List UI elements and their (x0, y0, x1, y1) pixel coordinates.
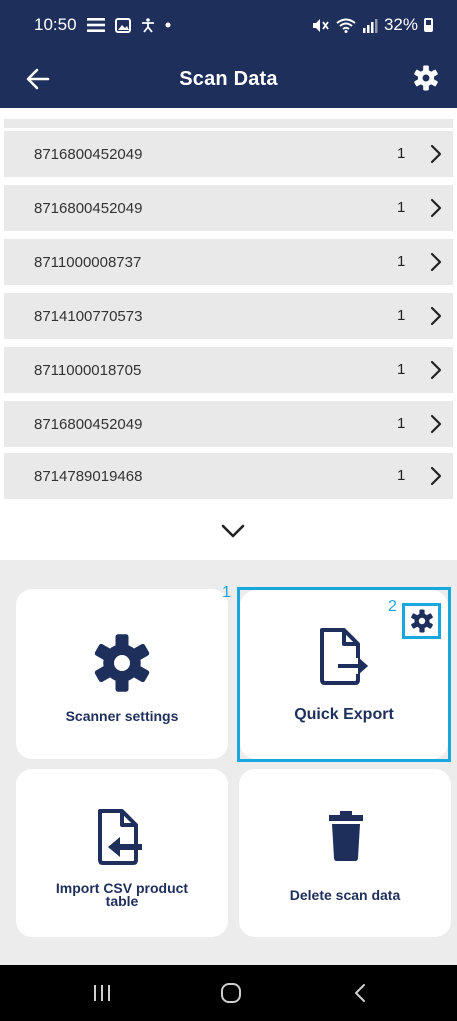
scan-row[interactable]: 8714100770573 1 (4, 293, 453, 339)
chevron-right-icon (430, 144, 442, 164)
tile-label: Delete scan data (289, 887, 401, 903)
scan-list: 8716800452049 1 8716800452049 1 87110000… (0, 108, 457, 560)
delete-scan-data-tile[interactable]: Delete scan data (239, 769, 451, 937)
row-barcode: 8714789019468 (34, 467, 143, 485)
row-barcode: 8716800452049 (34, 199, 143, 217)
chevron-down-icon[interactable] (220, 521, 246, 541)
back-chevron-icon (355, 984, 365, 1002)
import-csv-tile[interactable]: Import CSV product table (16, 769, 228, 937)
settings-button[interactable] (410, 62, 442, 94)
page-title: Scan Data (179, 67, 278, 90)
row-quantity: 1 (397, 467, 406, 484)
battery-icon (424, 18, 433, 32)
battery-percent: 32% (383, 15, 418, 34)
row-quantity: 1 (397, 415, 406, 432)
chevron-right-icon (430, 414, 442, 434)
row-quantity: 1 (397, 361, 406, 378)
back-system-button[interactable] (338, 975, 382, 1011)
scan-row[interactable]: 8714789019468 1 (4, 453, 453, 499)
accessibility-icon (141, 17, 155, 33)
row-quantity: 1 (397, 199, 406, 216)
home-button[interactable] (209, 975, 253, 1011)
callout-number-1: 1 (222, 584, 231, 601)
recents-button[interactable] (80, 975, 124, 1011)
tile-label-line2: table (105, 893, 139, 909)
status-bar: 10:50 32% (0, 0, 457, 50)
row-quantity: 1 (397, 145, 406, 162)
tile-label: Scanner settings (65, 708, 179, 724)
status-time: 10:50 (34, 15, 77, 34)
row-quantity: 1 (397, 307, 406, 324)
dot-icon (165, 22, 171, 28)
file-import-icon (98, 809, 142, 865)
chevron-right-icon (430, 360, 442, 380)
chevron-right-icon (430, 466, 442, 486)
callout-number-2: 2 (388, 598, 397, 615)
row-barcode: 8711000018705 (34, 361, 142, 379)
gallery-icon (114, 17, 131, 33)
chevron-right-icon (430, 252, 442, 272)
row-barcode: 8711000008737 (34, 253, 142, 271)
quick-export-settings-button[interactable] (402, 603, 441, 639)
home-icon (221, 983, 241, 1003)
mute-icon (312, 18, 330, 33)
gear-icon (94, 634, 150, 692)
chevron-right-icon (430, 198, 442, 218)
scanner-settings-tile[interactable]: Scanner settings (16, 589, 228, 759)
row-quantity: 1 (397, 253, 406, 270)
recents-icon (94, 985, 110, 1001)
scan-row[interactable]: 8711000018705 1 (4, 347, 453, 393)
scan-row[interactable]: 8716800452049 1 (4, 131, 453, 177)
signal-icon (362, 18, 378, 33)
system-nav-bar (0, 965, 457, 1021)
row-barcode: 8716800452049 (34, 145, 143, 163)
trash-icon (329, 811, 363, 861)
app-bar: Scan Data (0, 50, 457, 108)
scan-row[interactable]: 8716800452049 1 (4, 185, 453, 231)
back-arrow-icon (26, 68, 50, 90)
back-button[interactable] (22, 63, 54, 95)
gear-icon (414, 65, 438, 91)
scan-row[interactable]: 8716800452049 1 (4, 401, 453, 447)
row-barcode: 8714100770573 (34, 307, 143, 325)
gear-icon (410, 609, 433, 633)
list-row-partial (4, 119, 453, 128)
scan-row[interactable]: 8711000008737 1 (4, 239, 453, 285)
wifi-icon (336, 18, 356, 33)
notification-list-icon (86, 18, 105, 32)
row-barcode: 8716800452049 (34, 415, 143, 433)
chevron-right-icon (430, 306, 442, 326)
